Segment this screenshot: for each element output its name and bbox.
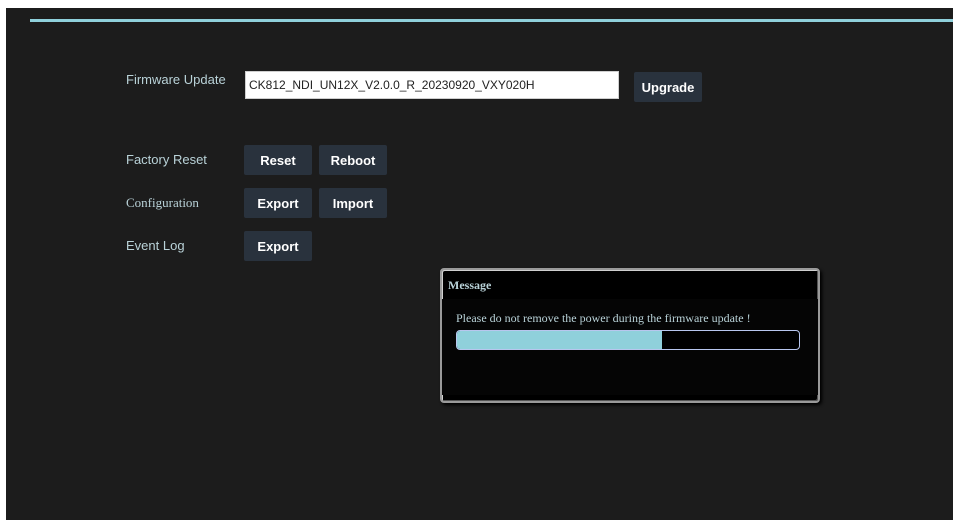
firmware-update-label: Firmware Update	[126, 72, 226, 87]
factory-reset-label: Factory Reset	[126, 152, 207, 167]
settings-panel: Firmware Update Upgrade Factory Reset Re…	[6, 8, 953, 520]
config-export-button[interactable]: Export	[244, 188, 312, 218]
upgrade-button[interactable]: Upgrade	[634, 72, 702, 102]
dialog-message: Please do not remove the power during th…	[456, 311, 751, 325]
event-log-label: Event Log	[126, 238, 185, 253]
message-dialog: Message Please do not remove the power d…	[440, 268, 820, 403]
dialog-body: Please do not remove the power during th…	[442, 299, 818, 395]
dialog-title: Message	[448, 278, 492, 292]
firmware-progress-bar	[456, 330, 800, 350]
reset-button[interactable]: Reset	[244, 145, 312, 175]
event-log-export-button[interactable]: Export	[244, 231, 312, 261]
firmware-file-field[interactable]	[245, 71, 619, 99]
configuration-label: Configuration	[126, 195, 199, 210]
reboot-button[interactable]: Reboot	[319, 145, 387, 175]
header-divider	[30, 19, 953, 22]
config-import-button[interactable]: Import	[319, 188, 387, 218]
progress-fill	[457, 331, 663, 349]
